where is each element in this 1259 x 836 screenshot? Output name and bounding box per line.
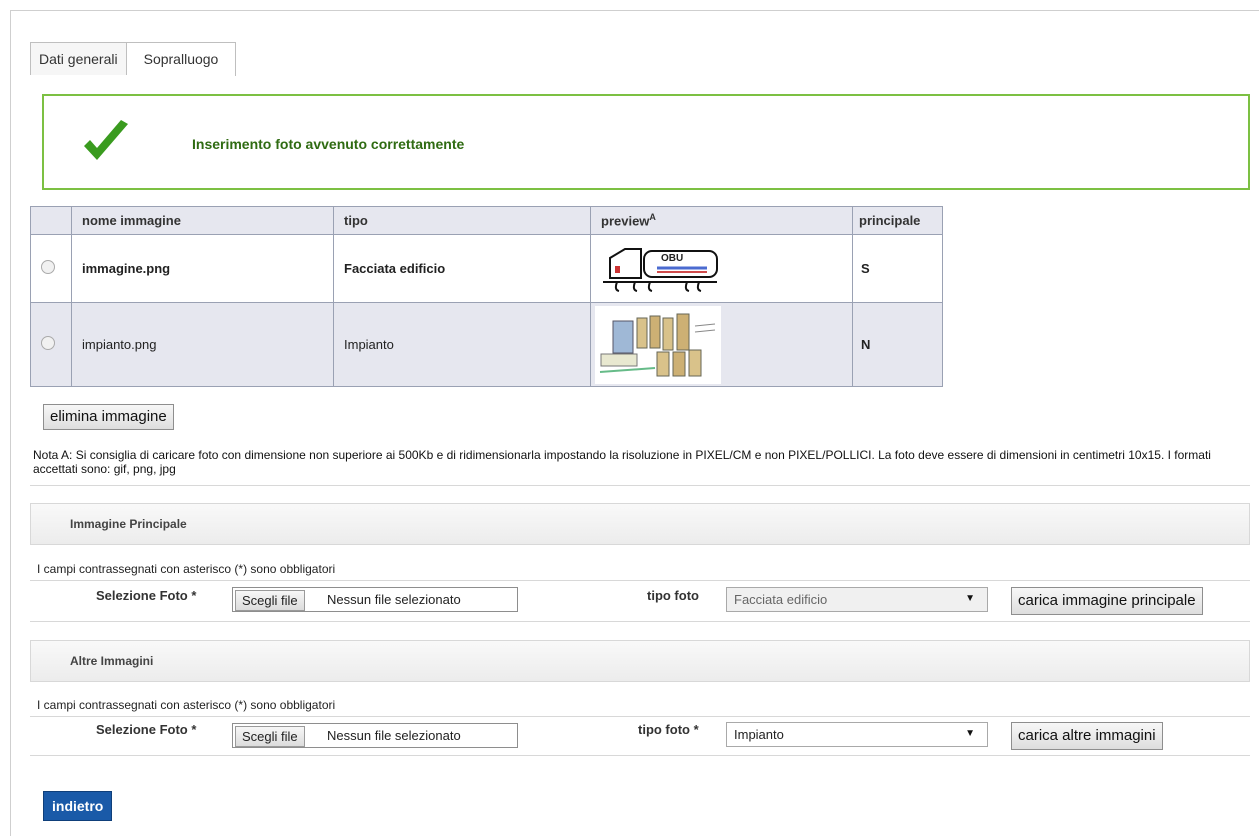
other-images-section-header: Altre Immagini <box>30 640 1250 682</box>
other-images-section-title: Altre Immagini <box>70 654 154 668</box>
other-file-input[interactable]: Scegli file Nessun file selezionato <box>232 723 518 748</box>
row-radio[interactable] <box>41 336 55 350</box>
row-radio[interactable] <box>41 260 55 274</box>
divider <box>30 485 1250 486</box>
dropdown-arrow-icon: ▼ <box>965 728 975 739</box>
image-type: Impianto <box>333 302 591 387</box>
main-file-status: Nessun file selezionato <box>327 592 461 607</box>
other-photo-type-label: tipo foto * <box>638 722 699 737</box>
required-fields-note: I campi contrassegnati con asterisco (*)… <box>37 562 336 576</box>
select-column-header <box>30 206 72 235</box>
image-type: Facciata edificio <box>333 234 591 303</box>
tab-dati-generali[interactable]: Dati generali <box>30 42 127 75</box>
upload-main-image-button[interactable]: carica immagine principale <box>1011 587 1203 615</box>
other-select-photo-label: Selezione Foto * <box>96 722 197 737</box>
other-choose-file-button[interactable]: Scegli file <box>235 726 305 747</box>
column-header-preview: previewA <box>590 206 853 235</box>
main-photo-type-value: Facciata edificio <box>734 592 828 607</box>
tab-bar: Dati generali Sopralluogo <box>30 42 237 76</box>
preview-footnote-mark: A <box>649 212 656 223</box>
main-photo-type-label: tipo foto <box>647 588 699 603</box>
image-name: impianto.png <box>71 302 334 387</box>
image-principal: S <box>852 234 943 303</box>
svg-text:OBU: OBU <box>661 253 683 264</box>
main-choose-file-button[interactable]: Scegli file <box>235 590 305 611</box>
other-file-status: Nessun file selezionato <box>327 728 461 743</box>
other-photo-type-value: Impianto <box>734 727 784 742</box>
dropdown-arrow-icon: ▼ <box>965 593 975 604</box>
image-name: immagine.png <box>71 234 334 303</box>
images-table: nome immagine tipo previewA principale i… <box>30 206 943 387</box>
back-button[interactable]: indietro <box>43 791 113 821</box>
row-radio-cell[interactable] <box>30 302 72 387</box>
column-header-name: nome immagine <box>71 206 334 235</box>
tab-sopralluogo[interactable]: Sopralluogo <box>126 42 237 76</box>
upload-note: Nota A: Si consiglia di caricare foto co… <box>33 448 1211 476</box>
success-message: Inserimento foto avvenuto correttamente <box>192 136 465 152</box>
divider <box>30 716 1250 717</box>
upload-other-images-button[interactable]: carica altre immagini <box>1011 722 1163 750</box>
truck-preview-image: OBU <box>603 247 718 292</box>
main-image-section-header: Immagine Principale <box>30 503 1250 545</box>
success-message-box: Inserimento foto avvenuto correttamente <box>42 94 1250 190</box>
divider <box>30 580 1250 581</box>
checkmark-icon <box>84 120 128 160</box>
plant-preview-image <box>595 305 721 384</box>
required-fields-note: I campi contrassegnati con asterisco (*)… <box>37 698 336 712</box>
row-radio-cell[interactable] <box>30 234 72 303</box>
main-photo-type-select[interactable]: Facciata edificio ▼ <box>726 587 988 612</box>
column-header-principal: principale <box>852 206 943 235</box>
column-header-type: tipo <box>333 206 591 235</box>
delete-image-button[interactable]: elimina immagine <box>43 404 174 430</box>
image-preview-cell <box>590 302 853 387</box>
divider <box>30 755 1250 756</box>
image-principal: N <box>852 302 943 387</box>
image-preview-cell: OBU <box>590 234 853 303</box>
divider <box>30 621 1250 622</box>
main-file-input[interactable]: Scegli file Nessun file selezionato <box>232 587 518 612</box>
main-select-photo-label: Selezione Foto * <box>96 588 197 603</box>
table-row[interactable]: impianto.png Impianto N <box>30 302 943 387</box>
table-row[interactable]: immagine.png Facciata edificio OBU S <box>30 234 943 303</box>
preview-label: preview <box>601 213 650 229</box>
main-image-section-title: Immagine Principale <box>70 517 187 531</box>
other-photo-type-select[interactable]: Impianto ▼ <box>726 722 988 747</box>
